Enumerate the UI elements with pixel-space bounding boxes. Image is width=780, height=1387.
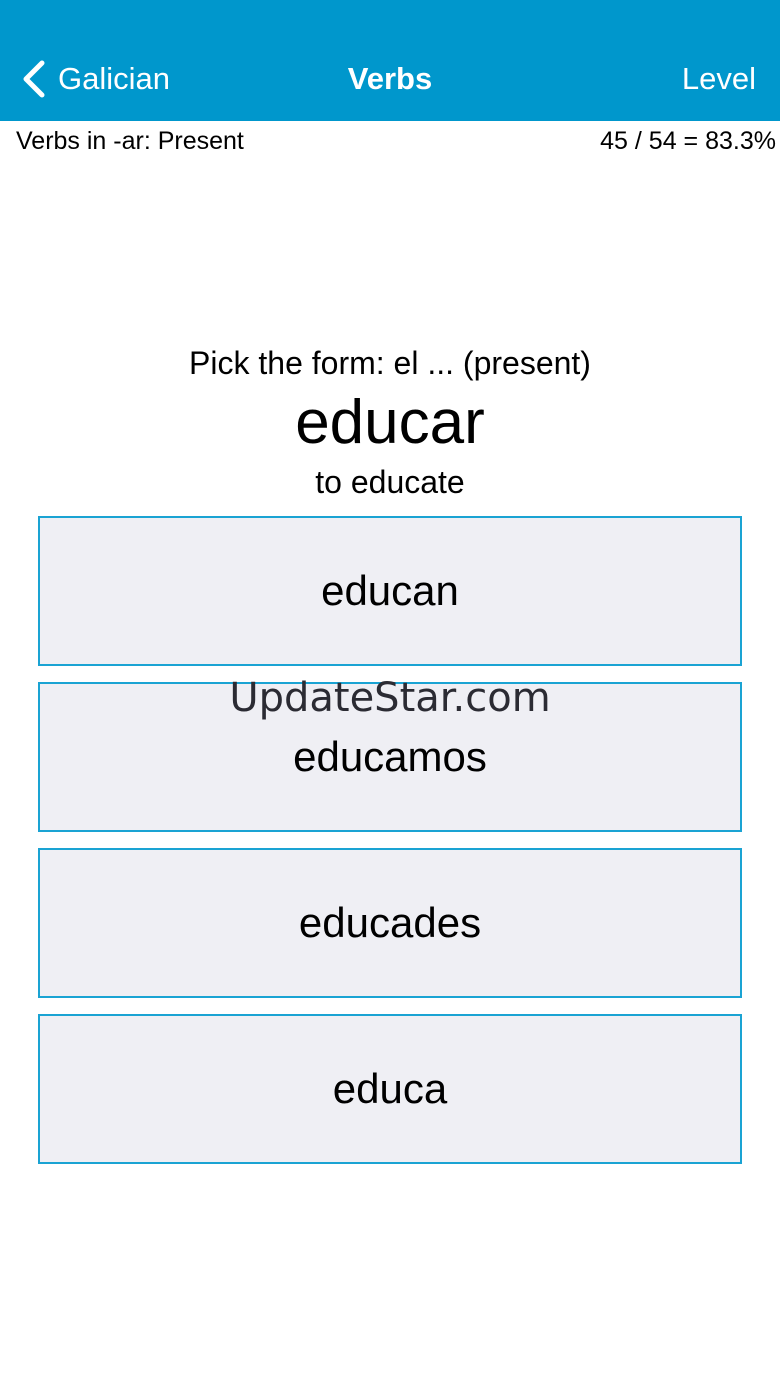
- level-button[interactable]: Level: [682, 56, 756, 102]
- section-title: Verbs in -ar: Present: [16, 127, 244, 155]
- back-button-label: Galician: [58, 61, 170, 96]
- answer-list: educan educamos educades educa: [38, 516, 742, 1180]
- back-button[interactable]: Galician: [20, 56, 170, 102]
- answer-button-4[interactable]: educa: [38, 1014, 742, 1164]
- question-prompt: Pick the form: el ... (present): [189, 345, 591, 381]
- navigation-bar: Galician Verbs Level: [0, 0, 780, 121]
- verb-translation: to educate: [315, 464, 465, 500]
- answer-button-3[interactable]: educades: [38, 848, 742, 998]
- answer-button-2[interactable]: educamos: [38, 682, 742, 832]
- score-text: 45 / 54 = 83.3%: [600, 127, 776, 155]
- subheader: Verbs in -ar: Present 45 / 54 = 83.3%: [0, 121, 780, 161]
- page-title: Verbs: [347, 61, 433, 96]
- answer-button-1[interactable]: educan: [38, 516, 742, 666]
- chevron-left-icon: [23, 60, 45, 98]
- verb-infinitive: educar: [295, 388, 485, 457]
